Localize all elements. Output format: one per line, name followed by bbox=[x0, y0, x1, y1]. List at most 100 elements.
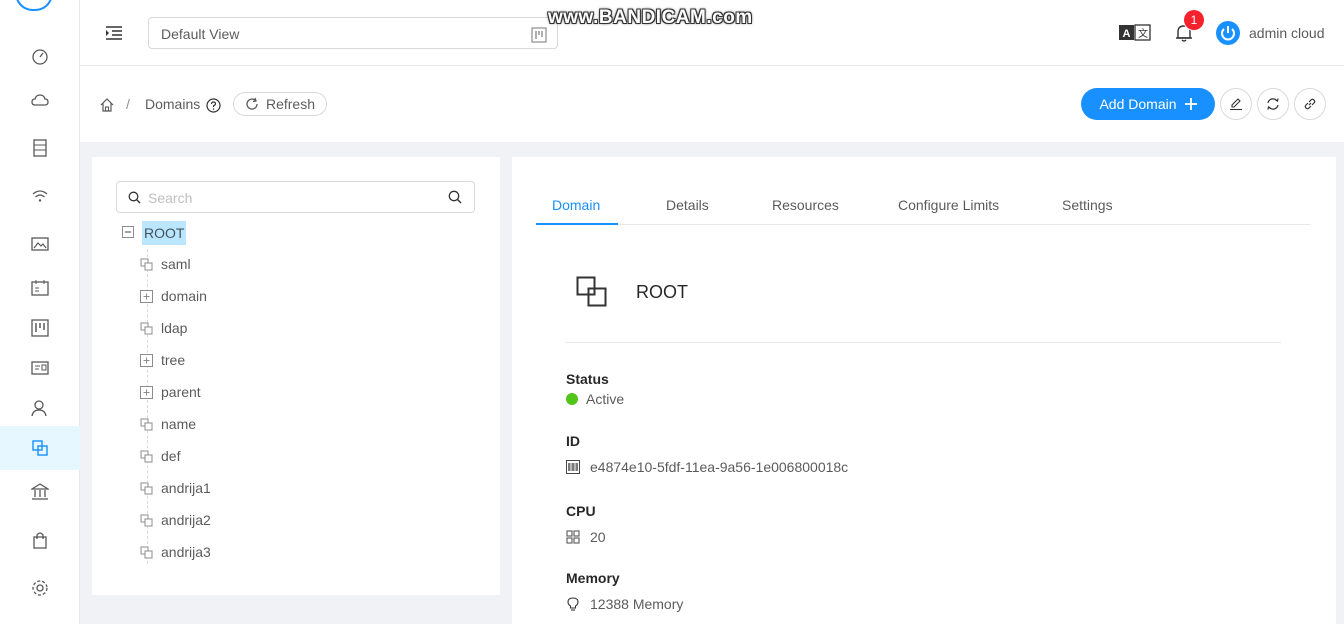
memory-label: Memory bbox=[566, 570, 620, 586]
tree-node[interactable]: saml bbox=[140, 252, 191, 276]
id-label: ID bbox=[566, 433, 580, 449]
tab-details[interactable]: Details bbox=[666, 197, 709, 213]
tree-node[interactable]: def bbox=[140, 444, 180, 468]
domain-name: ROOT bbox=[636, 282, 688, 302]
tree-node-label: saml bbox=[161, 256, 191, 272]
file-icon bbox=[140, 481, 153, 495]
tree-search-input[interactable]: Search bbox=[116, 181, 475, 213]
tree-node[interactable]: domain bbox=[140, 284, 207, 308]
nav-events[interactable] bbox=[0, 266, 80, 310]
notification-badge: 1 bbox=[1184, 10, 1204, 30]
status-dot bbox=[566, 393, 578, 405]
tab-configure-limits[interactable]: Configure Limits bbox=[898, 197, 999, 213]
tree-node-label: tree bbox=[161, 352, 186, 368]
tree-node[interactable]: andrija3 bbox=[140, 540, 211, 564]
username[interactable]: admin cloud bbox=[1249, 25, 1325, 41]
tree-node-label: andrija3 bbox=[161, 544, 211, 560]
team-icon bbox=[31, 400, 47, 417]
tree-node-label: andrija1 bbox=[161, 480, 211, 496]
add-domain-label: Add Domain bbox=[1099, 96, 1177, 112]
refresh-label: Refresh bbox=[265, 96, 316, 112]
nav-offerings[interactable] bbox=[0, 518, 80, 562]
svg-text:A: A bbox=[1123, 28, 1131, 40]
question-circle-icon[interactable] bbox=[206, 98, 221, 113]
project-icon bbox=[531, 27, 547, 43]
link-button[interactable] bbox=[1294, 88, 1326, 120]
reload-icon bbox=[246, 97, 258, 110]
project-icon bbox=[31, 319, 49, 337]
active-tab-indicator bbox=[536, 223, 618, 225]
menu-unfold-icon[interactable] bbox=[104, 23, 124, 43]
nav-infrastructure[interactable] bbox=[0, 470, 80, 514]
top-header: Default View www.BANDICAM.com A 文 1 admi… bbox=[80, 0, 1344, 66]
tree-node[interactable]: parent bbox=[140, 380, 201, 404]
nav-roles[interactable] bbox=[0, 346, 80, 390]
tab-settings[interactable]: Settings bbox=[1062, 197, 1113, 213]
tree-node[interactable]: ldap bbox=[140, 316, 187, 340]
nav-accounts[interactable] bbox=[0, 386, 80, 430]
cloud-logo-icon[interactable] bbox=[14, 0, 54, 16]
sync-icon bbox=[1267, 98, 1279, 110]
nav-compute[interactable] bbox=[0, 78, 80, 122]
expand-square-icon[interactable] bbox=[140, 385, 153, 399]
tree-node-label: parent bbox=[161, 384, 201, 400]
memory-value-row: 12388 Memory bbox=[566, 596, 683, 612]
tree-node[interactable]: name bbox=[140, 412, 196, 436]
refresh-button[interactable]: Refresh bbox=[233, 92, 327, 116]
idcard-icon bbox=[31, 361, 49, 375]
nav-images[interactable] bbox=[0, 222, 80, 266]
database-icon bbox=[33, 139, 47, 157]
cloud-icon bbox=[31, 94, 49, 106]
search-icon[interactable] bbox=[448, 190, 462, 204]
tree-node[interactable]: andrija1 bbox=[140, 476, 211, 500]
tree-node[interactable]: andrija2 bbox=[140, 508, 211, 532]
tab-domain[interactable]: Domain bbox=[552, 197, 600, 213]
nav-domains[interactable] bbox=[0, 426, 80, 470]
nav-configuration[interactable] bbox=[0, 566, 80, 610]
search-placeholder: Search bbox=[148, 190, 193, 206]
id-value-row: e4874e10-5fdf-11ea-9a56-1e006800018c bbox=[566, 459, 848, 475]
breadcrumb-separator: / bbox=[126, 96, 130, 112]
nav-dashboard[interactable] bbox=[0, 34, 80, 78]
home-icon[interactable] bbox=[99, 97, 115, 113]
status-value-row: Active bbox=[566, 391, 624, 407]
status-label: Status bbox=[566, 371, 609, 387]
search-icon bbox=[128, 191, 141, 204]
breadcrumb-bar: / Domains Refresh Add Domain bbox=[80, 66, 1344, 142]
edit-icon bbox=[1230, 98, 1242, 111]
cpu-label: CPU bbox=[566, 503, 596, 519]
cpu-value: 20 bbox=[590, 529, 606, 545]
schedule-icon bbox=[31, 280, 49, 296]
dashboard-icon bbox=[32, 49, 48, 65]
nav-storage[interactable] bbox=[0, 126, 80, 170]
tree-node[interactable]: tree bbox=[140, 348, 185, 372]
nav-projects[interactable] bbox=[0, 306, 80, 350]
tab-resources[interactable]: Resources bbox=[772, 197, 839, 213]
appstore-icon bbox=[566, 530, 580, 544]
translation-icon[interactable]: A 文 bbox=[1119, 24, 1151, 42]
breadcrumb-domains: Domains bbox=[145, 96, 201, 112]
expand-square-icon[interactable] bbox=[140, 289, 153, 303]
file-icon bbox=[140, 321, 153, 335]
view-select[interactable]: Default View bbox=[148, 17, 558, 49]
id-value: e4874e10-5fdf-11ea-9a56-1e006800018c bbox=[590, 459, 849, 475]
wifi-icon bbox=[32, 190, 48, 202]
collapse-square-icon[interactable] bbox=[122, 226, 134, 238]
tree-node-label: def bbox=[161, 448, 181, 464]
nav-network[interactable] bbox=[0, 174, 80, 218]
barcode-icon bbox=[566, 460, 580, 474]
block-icon bbox=[32, 440, 48, 456]
expand-square-icon[interactable] bbox=[140, 353, 153, 367]
tree-node-root[interactable]: ROOT bbox=[142, 221, 187, 245]
picture-icon bbox=[31, 237, 49, 251]
sidebar bbox=[0, 0, 80, 624]
user-avatar-icon[interactable] bbox=[1216, 21, 1240, 45]
tree-node-label: domain bbox=[161, 288, 207, 304]
sync-button[interactable] bbox=[1257, 88, 1289, 120]
edit-button[interactable] bbox=[1220, 88, 1252, 120]
add-domain-button[interactable]: Add Domain bbox=[1081, 88, 1215, 120]
plus-icon bbox=[1184, 98, 1197, 110]
detail-tabs: Domain Details Resources Configure Limit… bbox=[536, 157, 1311, 225]
file-icon bbox=[140, 545, 153, 559]
tree-node-label: ldap bbox=[161, 320, 188, 336]
